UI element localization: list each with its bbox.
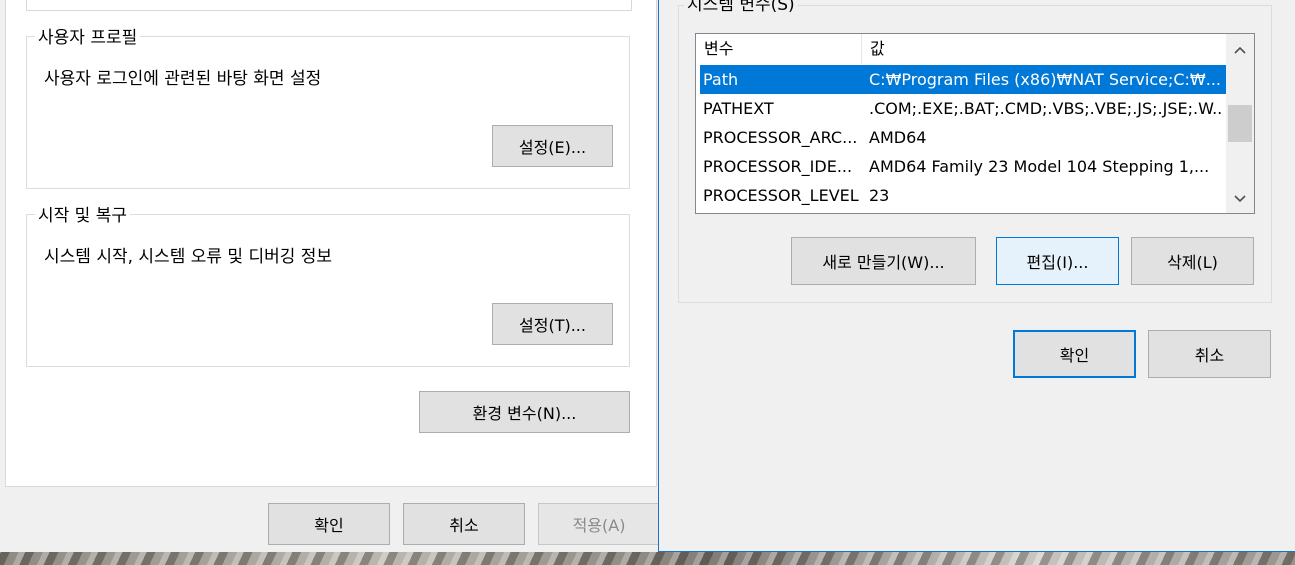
row-value: 23 [869,186,890,205]
table-row[interactable]: Path C:₩Program Files (x86)₩NAT Service;… [700,65,1226,94]
environment-variables-button[interactable]: 환경 변수(N)... [419,391,630,433]
user-profiles-settings-button[interactable]: 설정(E)... [492,125,613,167]
delete-variable-button[interactable]: 삭제(L) [1131,237,1254,285]
performance-group-fragment [26,0,632,11]
table-row[interactable]: PATHEXT .COM;.EXE;.BAT;.CMD;.VBS;.VBE;.J… [700,94,1226,123]
scroll-up-icon[interactable] [1226,36,1254,64]
right-cancel-button[interactable]: 취소 [1148,330,1271,378]
column-header-value[interactable]: 값 [862,34,1226,64]
system-variables-list[interactable]: 변수 값 Path C:₩Program Files (x86)₩NAT Ser… [695,33,1255,214]
system-variables-group: 시스템 변수(S) 변수 값 Path C:₩Program Files (x8… [678,0,1272,303]
environment-variables-dialog: 시스템 변수(S) 변수 값 Path C:₩Program Files (x8… [658,0,1295,552]
row-value: .COM;.EXE;.BAT;.CMD;.VBS;.VBE;.JS;.JSE;.… [869,99,1221,118]
system-properties-window: 사용자 프로필 사용자 로그인에 관련된 바탕 화면 설정 설정(E)... 시… [0,0,660,552]
system-variables-legend: 시스템 변수(S) [684,0,798,15]
row-name: PATHEXT [703,99,774,118]
left-ok-button[interactable]: 확인 [268,503,390,545]
row-name: Path [703,70,739,89]
row-name: PROCESSOR_ARC... [703,128,858,147]
apply-button[interactable]: 적용(A) [538,503,660,545]
vertical-scrollbar[interactable] [1226,34,1254,213]
list-header: 변수 값 [696,34,1226,64]
row-name: PROCESSOR_IDE... [703,157,853,176]
scrollbar-thumb[interactable] [1228,105,1252,142]
startup-recovery-description: 시스템 시작, 시스템 오류 및 디버깅 정보 [44,247,333,267]
startup-recovery-legend: 시작 및 복구 [35,201,131,226]
left-cancel-button[interactable]: 취소 [403,503,525,545]
row-value: C:₩Program Files (x86)₩NAT Service;C:₩..… [869,70,1221,89]
column-header-name[interactable]: 변수 [696,34,862,64]
user-profiles-description: 사용자 로그인에 관련된 바탕 화면 설정 [44,69,322,89]
row-value: AMD64 Family 23 Model 104 Stepping 1,... [869,157,1210,176]
right-ok-button[interactable]: 확인 [1013,330,1136,378]
row-name: PROCESSOR_LEVEL [703,186,859,205]
user-profiles-legend: 사용자 프로필 [35,23,141,48]
edit-variable-button[interactable]: 편집(I)... [996,237,1119,285]
scroll-down-icon[interactable] [1226,185,1254,213]
table-row[interactable]: PROCESSOR_LEVEL 23 [700,181,1226,210]
new-variable-button[interactable]: 새로 만들기(W)... [791,237,976,285]
table-row[interactable]: PROCESSOR_IDE... AMD64 Family 23 Model 1… [700,152,1226,181]
table-row[interactable]: PROCESSOR_ARC... AMD64 [700,123,1226,152]
startup-recovery-settings-button[interactable]: 설정(T)... [492,303,613,345]
row-value: AMD64 [869,128,927,147]
